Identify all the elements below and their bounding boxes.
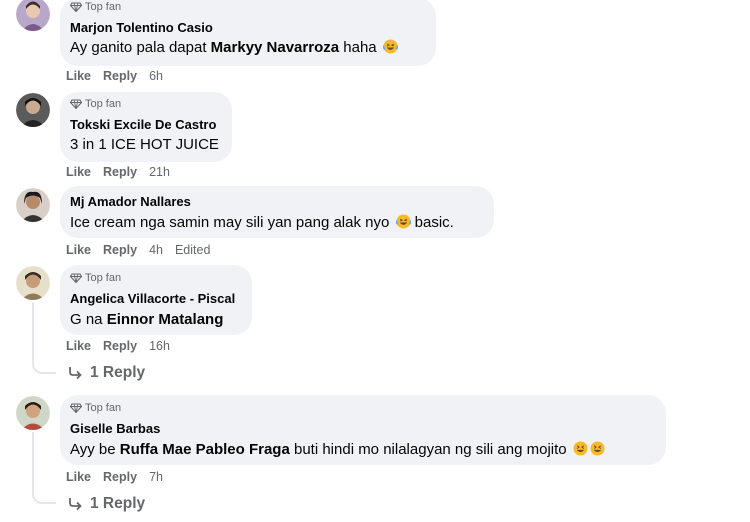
reply-button[interactable]: Reply [103,165,137,179]
mention-link[interactable]: Markyy Navarroza [211,39,339,56]
diamond-icon [70,403,82,413]
grinning-squint-emoji-icon [590,441,605,456]
like-button[interactable]: Like [66,243,91,257]
top-fan-badge: Top fan [70,1,121,13]
diamond-icon [70,99,82,109]
comment-bubble: Mj Amador Nallares Ice cream nga samin m… [60,186,494,238]
top-fan-label: Top fan [85,1,122,13]
comment-timestamp[interactable]: 6h [149,69,163,83]
comment-author[interactable]: Marjon Tolentino Casio [70,20,213,35]
avatar[interactable] [16,266,50,300]
top-fan-badge: Top fan [70,98,121,110]
like-button[interactable]: Like [66,470,91,484]
view-replies-link[interactable]: 1 Reply [68,364,145,382]
comment-author[interactable]: Tokski Excile De Castro [70,117,216,132]
like-button[interactable]: Like [66,339,91,353]
avatar[interactable] [16,0,50,31]
top-fan-label: Top fan [85,272,122,284]
comment-actions: Like Reply 16h [66,339,182,353]
avatar[interactable] [16,396,50,430]
thread-connector [32,488,56,504]
comment-text: 3 in 1 ICE HOT JUICE [70,136,219,153]
comment-timestamp[interactable]: 7h [149,470,163,484]
comment-text: G na Einnor Matalang [70,311,224,328]
comment-bubble: Top fan Marjon Tolentino Casio Ay ganito… [60,0,436,66]
comment-author[interactable]: Angelica Villacorte - Piscal [70,291,235,306]
like-button[interactable]: Like [66,165,91,179]
comment-text: Ay ganito pala dapat Markyy Navarroza ha… [70,39,398,56]
reply-button[interactable]: Reply [103,339,137,353]
reply-button[interactable]: Reply [103,470,137,484]
reply-button[interactable]: Reply [103,243,137,257]
comment-bubble: Top fan Giselle Barbas Ayy be Ruffa Mae … [60,395,666,465]
view-replies-link[interactable]: 1 Reply [68,495,145,513]
mention-link[interactable]: Einnor Matalang [107,311,224,328]
comment-bubble: Top fan Angelica Villacorte - Piscal G n… [60,265,252,335]
view-replies-label: 1 Reply [90,495,146,512]
comment-timestamp[interactable]: 21h [149,165,170,179]
laughing-tears-emoji-icon [395,214,411,229]
thread-line [32,432,34,490]
thread-line [32,302,34,360]
reply-arrow-icon [69,367,82,380]
diamond-icon [70,2,82,12]
grinning-squint-emoji-icon [573,441,588,456]
comment-actions: Like Reply 7h [66,470,175,484]
laughing-tears-emoji-icon [382,39,398,54]
thread-connector [32,358,56,374]
reply-button[interactable]: Reply [103,69,137,83]
like-button[interactable]: Like [66,69,91,83]
comment-timestamp[interactable]: 4h [149,243,163,257]
top-fan-label: Top fan [85,98,122,110]
avatar[interactable] [16,93,50,127]
view-replies-label: 1 Reply [90,364,146,381]
top-fan-label: Top fan [85,402,122,414]
comment-text: Ayy be Ruffa Mae Pableo Fraga buti hindi… [70,441,605,458]
reply-arrow-icon [69,498,82,511]
avatar[interactable] [16,188,50,222]
comment-author[interactable]: Giselle Barbas [70,421,160,436]
comment-actions: Like Reply 4h Edited [66,243,210,257]
comment-actions: Like Reply 6h [66,69,175,83]
comment-timestamp[interactable]: 16h [149,339,170,353]
comment-text: Ice cream nga samin may sili yan pang al… [70,214,454,231]
top-fan-badge: Top fan [70,272,121,284]
diamond-icon [70,273,82,283]
edited-label: Edited [174,243,211,257]
top-fan-badge: Top fan [70,402,121,414]
mention-link[interactable]: Ruffa Mae Pableo Fraga [120,441,290,458]
comment-actions: Like Reply 21h [66,165,182,179]
comment-author[interactable]: Mj Amador Nallares [70,194,191,209]
comment-bubble: Top fan Tokski Excile De Castro 3 in 1 I… [60,92,232,162]
